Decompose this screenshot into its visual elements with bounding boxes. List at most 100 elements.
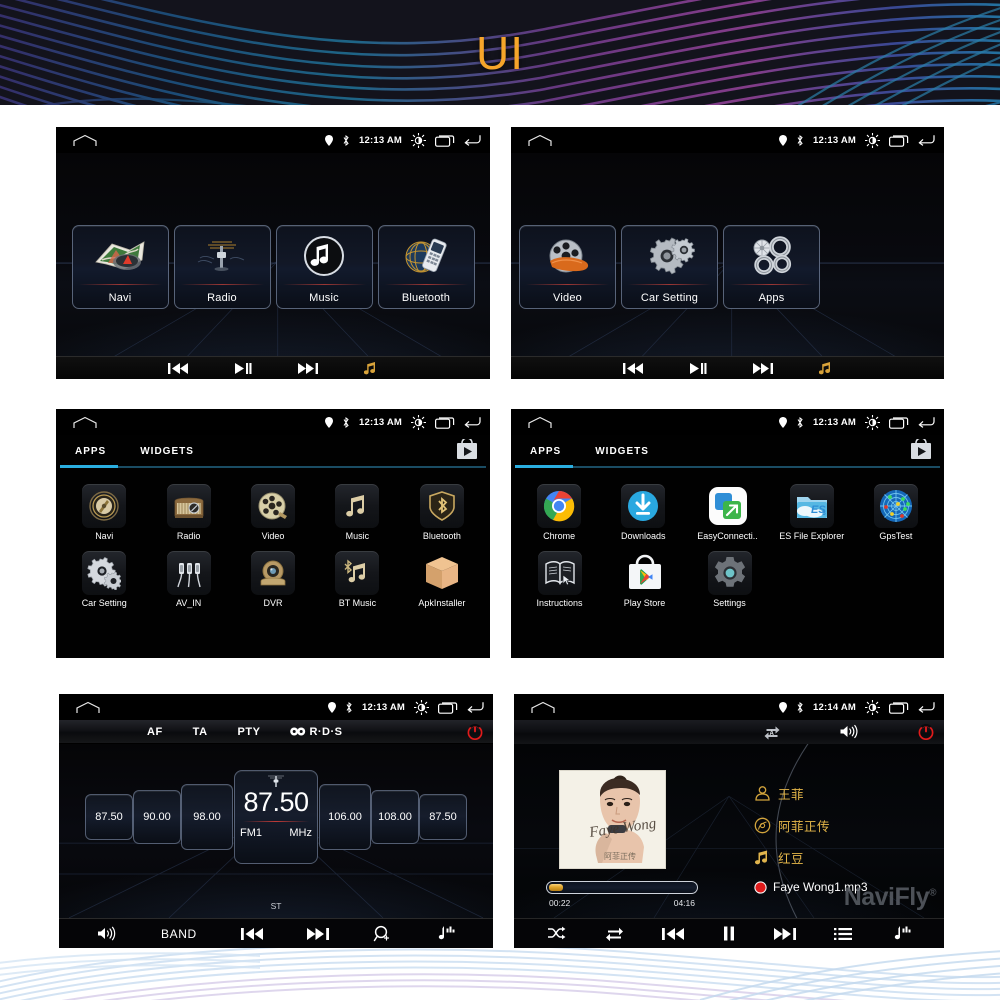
previous-track-icon[interactable]	[662, 927, 685, 941]
preset-90-00[interactable]: 90.00	[133, 790, 181, 844]
repeat-all-icon[interactable]: A	[764, 724, 781, 740]
home-screen-2: Video Car Setting Apps	[511, 153, 944, 379]
home-icon[interactable]	[527, 416, 553, 429]
radio-rds-button[interactable]: R·D·S	[290, 726, 342, 738]
app-dvr[interactable]: DVR	[231, 551, 315, 608]
back-arrow-icon[interactable]	[464, 134, 481, 146]
pause-icon[interactable]	[723, 926, 735, 941]
app-instructions[interactable]: Instructions	[517, 551, 602, 608]
home-icon[interactable]	[72, 416, 98, 429]
recents-icon[interactable]	[889, 416, 909, 429]
next-track-icon[interactable]	[752, 362, 773, 375]
app-settings[interactable]: Settings	[687, 551, 772, 608]
next-track-icon[interactable]	[298, 362, 318, 375]
back-arrow-icon[interactable]	[464, 416, 481, 428]
current-station-card[interactable]: 87.50 FM1 MHz	[234, 770, 318, 864]
playlist-icon[interactable]	[834, 927, 853, 941]
band-button[interactable]: BAND	[161, 927, 197, 941]
brightness-icon[interactable]	[865, 132, 880, 148]
search-add-icon[interactable]	[373, 925, 391, 943]
tab-active-underline	[515, 465, 573, 468]
play-pause-icon[interactable]	[689, 362, 707, 375]
radio-pty-button[interactable]: PTY	[238, 726, 261, 738]
app-downloads[interactable]: Downloads	[601, 484, 685, 541]
home-icon[interactable]	[72, 134, 98, 147]
preset-108-00[interactable]: 108.00	[371, 790, 419, 844]
power-icon[interactable]	[467, 724, 483, 740]
tile-car-setting[interactable]: Car Setting	[621, 225, 718, 310]
home-icon[interactable]	[75, 701, 101, 714]
location-pin-icon	[779, 416, 788, 428]
previous-track-icon[interactable]	[240, 927, 263, 941]
app-apk-installer[interactable]: ApkInstaller	[400, 551, 484, 608]
next-track-icon[interactable]	[773, 927, 796, 941]
equalizer-note-icon[interactable]	[891, 925, 911, 942]
preset-87-50-right[interactable]: 87.50	[419, 794, 467, 840]
tab-apps[interactable]: APPS	[530, 446, 561, 457]
app-navi[interactable]: Navi	[62, 484, 146, 541]
recents-icon[interactable]	[889, 134, 909, 147]
tab-widgets[interactable]: WIDGETS	[595, 446, 649, 457]
playback-progress[interactable]: 00:22 04:16	[546, 881, 698, 908]
volume-icon[interactable]	[97, 926, 117, 941]
app-grid: Navi Radio Video Music Bluetooth Car Set…	[56, 475, 490, 658]
gears-icon	[622, 231, 717, 281]
app-bluetooth[interactable]: Bluetooth	[400, 484, 484, 541]
preset-87-50-left[interactable]: 87.50	[85, 794, 133, 840]
music-note-gold-icon[interactable]	[364, 361, 378, 375]
progress-track[interactable]	[546, 881, 698, 894]
tile-apps[interactable]: Apps	[723, 225, 820, 310]
home-bottom-bar	[56, 356, 490, 379]
play-store-bag-icon[interactable]	[456, 439, 478, 460]
tile-bluetooth[interactable]: Bluetooth	[377, 225, 475, 310]
recents-icon[interactable]	[435, 134, 455, 147]
app-easyconnection[interactable]: EasyConnecti..	[685, 484, 769, 541]
shuffle-icon[interactable]	[547, 926, 566, 941]
music-note-gold-icon[interactable]	[818, 361, 833, 375]
tile-music[interactable]: Music	[275, 225, 373, 310]
back-arrow-icon[interactable]	[918, 416, 935, 428]
radio-unit: MHz	[289, 827, 312, 839]
volume-icon[interactable]	[840, 724, 859, 739]
power-icon[interactable]	[918, 724, 934, 740]
app-av-in[interactable]: AV_IN	[146, 551, 230, 608]
preset-98-00[interactable]: 98.00	[181, 784, 233, 850]
app-play-store[interactable]: Play Store	[602, 551, 687, 608]
brightness-icon[interactable]	[414, 699, 429, 715]
repeat-icon[interactable]	[605, 926, 624, 941]
app-bt-music[interactable]: BT Music	[315, 551, 399, 608]
tile-radio[interactable]: Radio	[173, 225, 271, 310]
radio-af-button[interactable]: AF	[147, 726, 163, 738]
home-icon[interactable]	[530, 701, 556, 714]
radio-ta-button[interactable]: TA	[193, 726, 208, 738]
play-pause-icon[interactable]	[234, 362, 252, 375]
tab-apps[interactable]: APPS	[75, 446, 106, 457]
brightness-icon[interactable]	[411, 132, 426, 148]
previous-track-icon[interactable]	[622, 362, 643, 375]
brightness-icon[interactable]	[411, 414, 426, 430]
back-arrow-icon[interactable]	[467, 701, 484, 713]
recents-icon[interactable]	[435, 416, 455, 429]
app-video[interactable]: Video	[231, 484, 315, 541]
equalizer-note-icon[interactable]	[435, 925, 455, 942]
app-chrome[interactable]: Chrome	[517, 484, 601, 541]
tile-video[interactable]: Video	[519, 225, 616, 310]
preset-106-00[interactable]: 106.00	[319, 784, 371, 850]
app-radio[interactable]: Radio	[146, 484, 230, 541]
tab-widgets[interactable]: WIDGETS	[140, 446, 194, 457]
app-car-setting[interactable]: Car Setting	[62, 551, 146, 608]
previous-track-icon[interactable]	[168, 362, 188, 375]
brightness-icon[interactable]	[865, 414, 880, 430]
back-arrow-icon[interactable]	[918, 134, 935, 146]
recents-icon[interactable]	[438, 701, 458, 714]
app-music[interactable]: Music	[315, 484, 399, 541]
recents-icon[interactable]	[889, 701, 909, 714]
app-gps-test[interactable]: GpsTest	[854, 484, 938, 541]
play-store-bag-icon[interactable]	[910, 439, 932, 460]
app-es-file-explorer[interactable]: ES 3 ES File Explorer	[770, 484, 854, 541]
next-track-icon[interactable]	[306, 927, 329, 941]
tile-navi[interactable]: Navi	[71, 225, 169, 310]
home-icon[interactable]	[527, 134, 553, 147]
back-arrow-icon[interactable]	[918, 701, 935, 713]
brightness-icon[interactable]	[865, 699, 880, 715]
